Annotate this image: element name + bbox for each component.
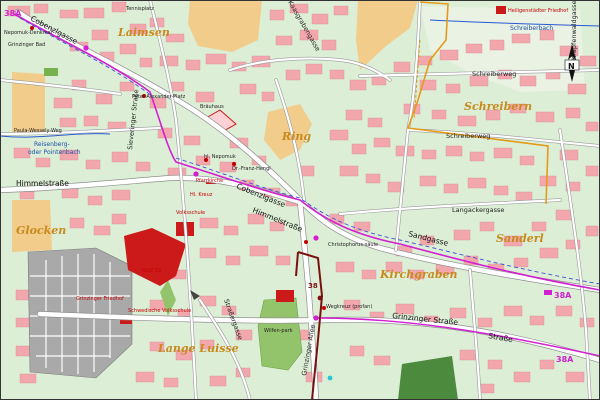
area-label-lange-luisse: Lange Luisse <box>157 342 239 355</box>
area-label-schreibern: Schreibern <box>464 100 532 113</box>
poi-label-franz-hengl: Dr.-Franz-Hengl <box>232 166 271 172</box>
stop-pfarrkirche[interactable] <box>193 171 199 177</box>
poi-label-pfarrkirche: Pfarrkirche <box>196 178 223 184</box>
poi-label-wilfen: Wilfen-park <box>264 328 293 334</box>
poi-label-christophorus: Christophorus-säule <box>328 242 378 248</box>
water-label-reisenberg-2: oder Pointenbach <box>28 149 81 156</box>
water-label-schreiberbach: Schreiberbach <box>510 25 553 32</box>
poi-label-grinzinger-bad: Grinzinger Bad <box>8 42 45 48</box>
stop-cobenzlgasse[interactable] <box>83 45 89 51</box>
poi-label-braeuhaus: Bräuhaus <box>200 104 224 110</box>
map[interactable]: Laimsen Schreibern Ring Glocken Sanderl … <box>0 0 600 400</box>
poi-label-paula-wessely: Paula-Wessely-Weg <box>14 128 62 134</box>
poi-label-peter-alexander: Peter-Alexander-Platz <box>132 94 186 100</box>
poi-label-schwedische: Schwedische Volksschule <box>128 308 191 314</box>
pool-green <box>44 68 58 76</box>
poi-label-tennisplatz: Tennisplatz <box>125 6 154 12</box>
area-label-laimsen: Laimsen <box>117 26 170 39</box>
stop-grinzinger-strasse[interactable] <box>313 315 319 321</box>
poi-label-hk-kreuz: Hl. Kreuz <box>190 192 213 198</box>
poi-label-nepomuk: hl. Nepomuk <box>204 154 236 160</box>
stop-sign-38a[interactable] <box>544 290 552 295</box>
stop-himmelstrasse[interactable] <box>313 235 319 241</box>
poi-label-wegkreuz: Wegkreuz (profan) <box>326 304 372 310</box>
poi-label-hlw19: HLW 19 <box>142 268 161 274</box>
area-label-sanderl: Sanderl <box>496 232 544 245</box>
map-frame: Laimsen Schreibern Ring Glocken Sanderl … <box>0 0 600 400</box>
stop-tram-38[interactable] <box>317 295 323 301</box>
poi-label-nepomuk-denkmal: Nepomuk-Denkmal <box>4 30 52 36</box>
poi-label-friedhof: Grinzinger Friedhof <box>76 296 124 302</box>
wilfen-park <box>257 297 303 371</box>
route-label-38[interactable]: 38 <box>308 282 318 290</box>
compass-north-label: N <box>568 62 575 71</box>
area-label-kirchgraben: Kirchgraben <box>379 268 458 281</box>
water-label-reisenberg: Reisenberg- <box>34 141 70 148</box>
street-label-schreiberweg-2: Schreiberweg <box>446 132 490 140</box>
street-label-himmelstrasse: Himmelstraße <box>16 179 69 188</box>
street-label-langackergasse: Langackergasse <box>452 206 504 214</box>
poi-label-volksschule: Volksschule <box>176 210 205 216</box>
heiligenstaedter-building <box>496 6 506 14</box>
route-label-38a-south[interactable]: 38A <box>556 355 574 364</box>
area-label-glocken: Glocken <box>16 224 66 237</box>
street-label-schreiberweg: Schreiberweg <box>472 70 516 78</box>
route-label-38a-north[interactable]: 38A <box>4 9 22 18</box>
wilfen-building <box>276 290 294 302</box>
area-label-ring: Ring <box>281 130 311 143</box>
poi-label-heiligenstaedter: Heiligenstädter Friedhof <box>508 8 568 14</box>
route-label-38a-east[interactable]: 38A <box>554 291 572 300</box>
